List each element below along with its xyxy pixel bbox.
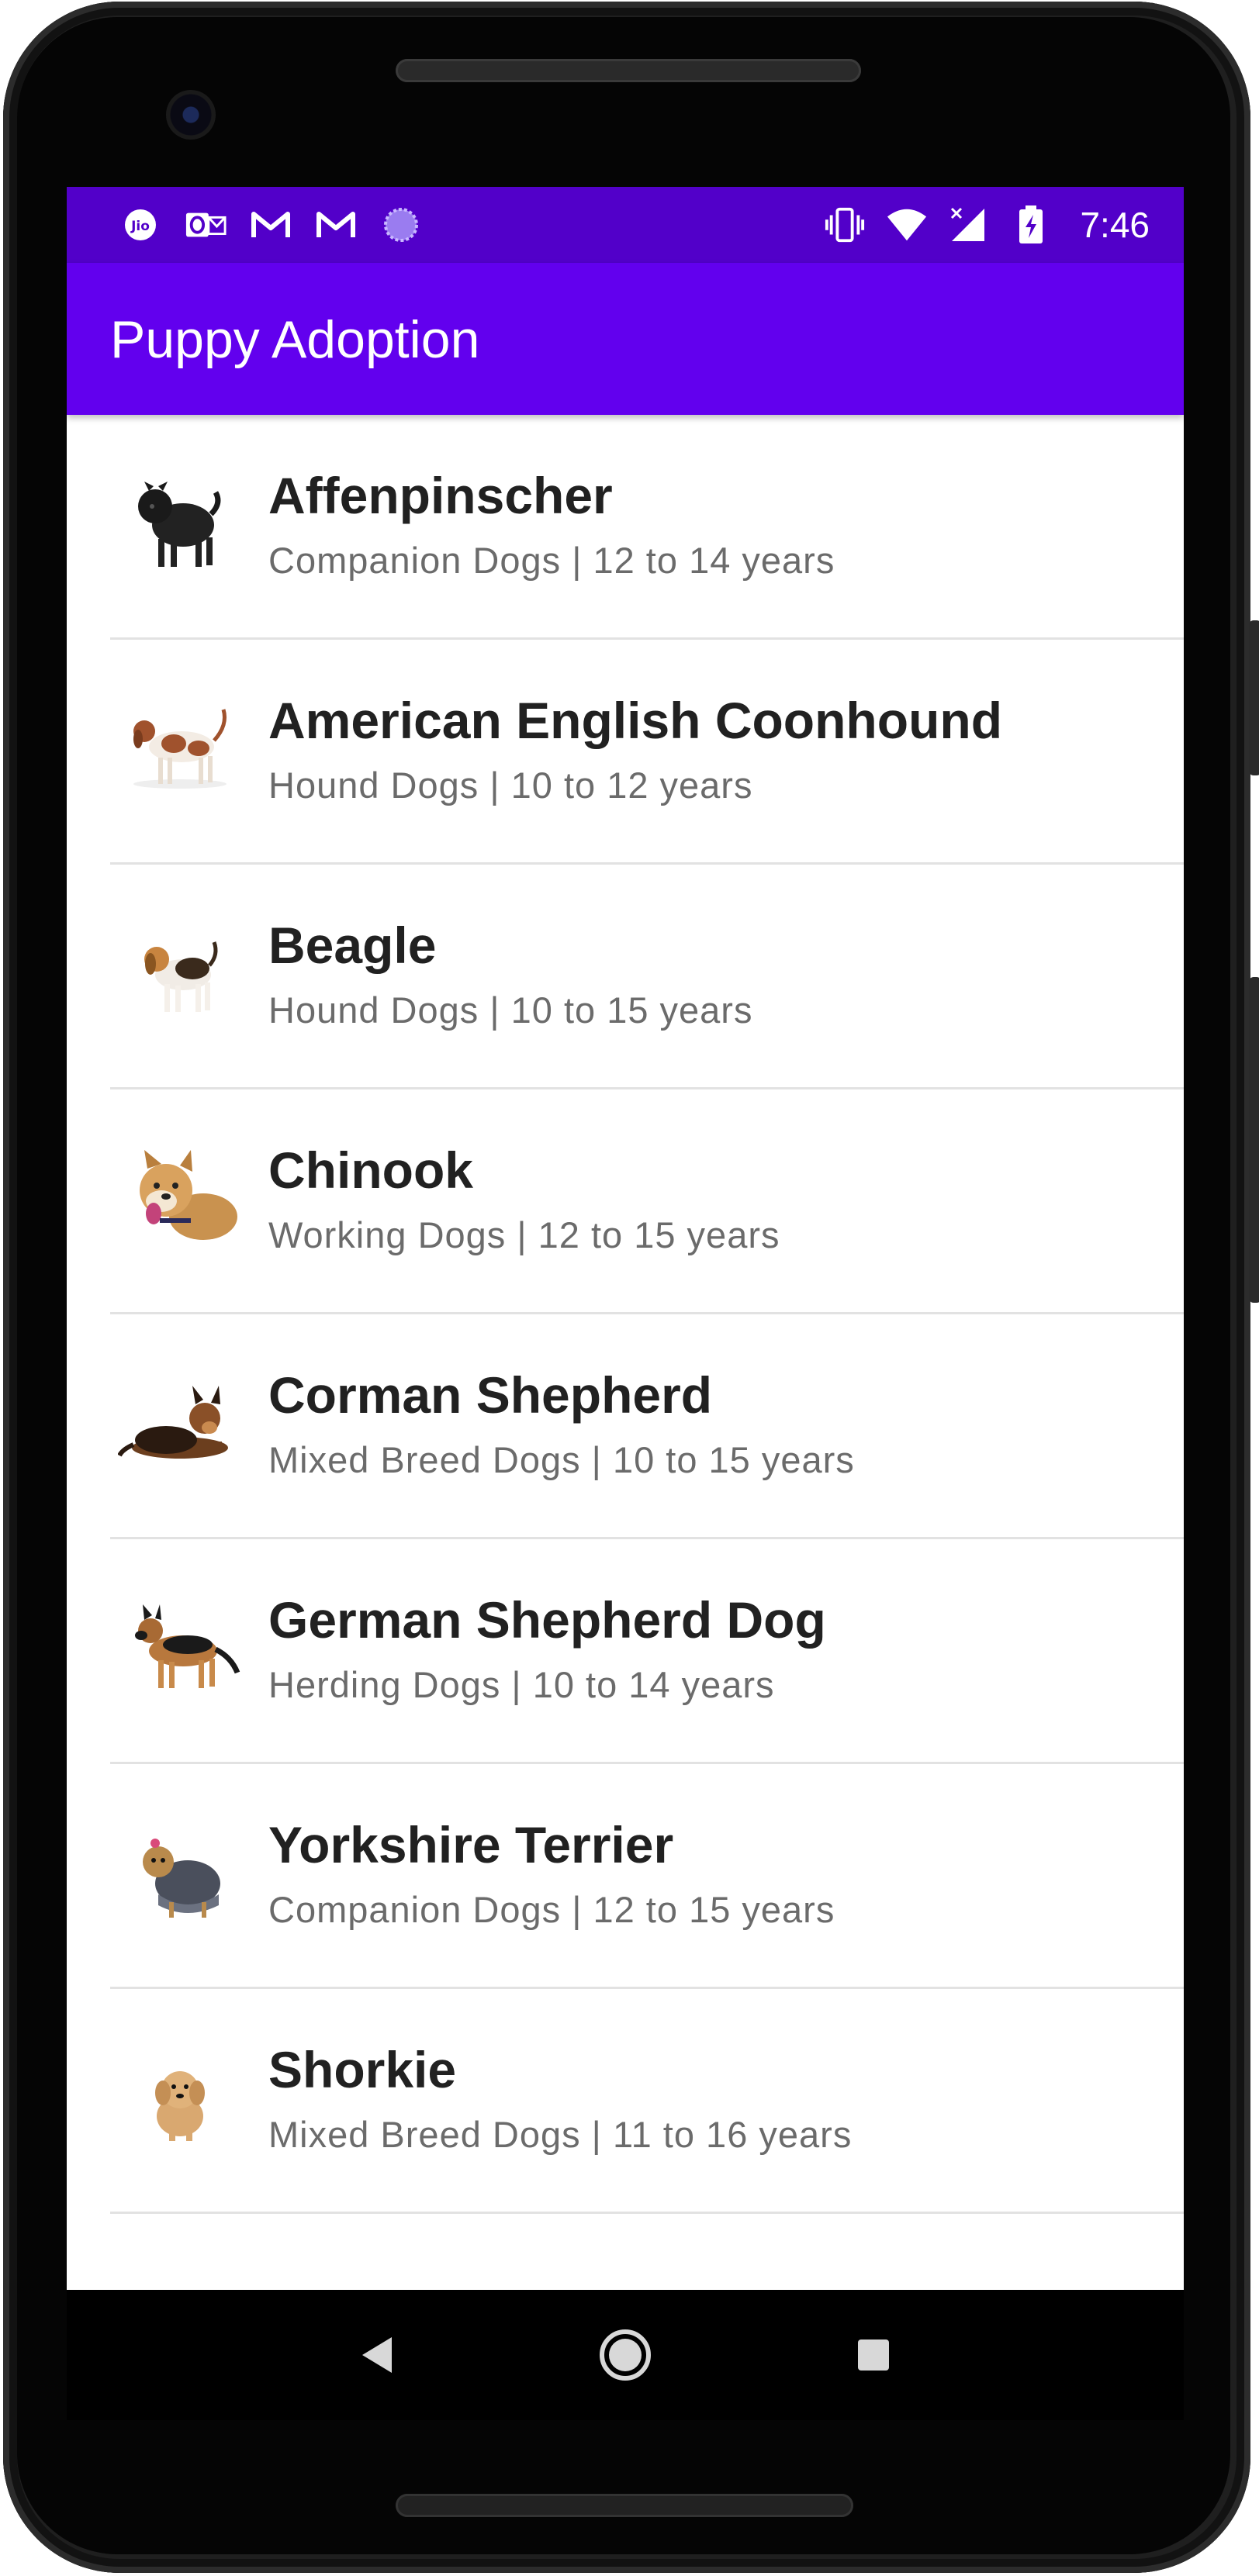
dog-name: Affenpinscher [268, 467, 613, 524]
dog-details: Companion Dogs | 12 to 14 years [268, 540, 835, 581]
volume-button [1249, 977, 1259, 1303]
dog-name: German Shepherd Dog [268, 1591, 826, 1649]
puppy-list[interactable]: Affenpinscher Companion Dogs | 12 to 14 … [67, 415, 1184, 2214]
list-item[interactable]: Yorkshire Terrier Companion Dogs | 12 to… [67, 1764, 1184, 1989]
dog-details: Working Dogs | 12 to 15 years [268, 1214, 780, 1255]
app-bar: Puppy Adoption [67, 263, 1184, 415]
dog-details: Herding Dogs | 10 to 14 years [268, 1664, 775, 1705]
cell-signal-icon [948, 205, 990, 244]
front-camera [166, 90, 216, 140]
sync-icon [380, 205, 422, 244]
dog-name: Yorkshire Terrier [268, 1816, 674, 1873]
chinook-dog-image [140, 1150, 237, 1240]
app-title: Puppy Adoption [110, 310, 480, 369]
battery-charging-icon [1010, 205, 1052, 244]
dog-details: Hound Dogs | 10 to 15 years [268, 989, 753, 1031]
dog-name: Beagle [268, 917, 437, 974]
yorkshire-terrier-dog-image [143, 1839, 220, 1918]
affenpinscher-dog-image [138, 482, 221, 567]
dog-details: Mixed Breed Dogs | 11 to 16 years [268, 2114, 853, 2155]
screen: Jio 7:46 Puppy Adoption Affenpinscher Co… [67, 187, 1184, 2420]
coonhound-dog-image [133, 709, 227, 789]
dog-name: Chinook [268, 1141, 473, 1199]
clock: 7:46 [1080, 205, 1150, 245]
back-icon[interactable] [346, 2324, 408, 2386]
status-bar: Jio 7:46 [67, 187, 1184, 263]
earpiece-speaker [396, 59, 861, 82]
bottom-speaker [396, 2494, 853, 2517]
dog-name: American English Coonhound [268, 692, 1003, 749]
outlook-icon [185, 205, 227, 244]
jio-icon: Jio [119, 205, 161, 244]
list-item[interactable]: Beagle Hound Dogs | 10 to 15 years [67, 865, 1184, 1089]
wifi-icon [886, 205, 928, 244]
navigation-bar [67, 2290, 1184, 2420]
list-item[interactable]: Corman Shepherd Mixed Breed Dogs | 10 to… [67, 1314, 1184, 1539]
jio-icon-text: Jio [130, 219, 150, 234]
system-icons: 7:46 [824, 204, 1150, 246]
list-item[interactable]: Chinook Working Dogs | 12 to 15 years [67, 1089, 1184, 1314]
list-item[interactable]: Affenpinscher Companion Dogs | 12 to 14 … [67, 415, 1184, 640]
divider [110, 2212, 1184, 2214]
recents-icon[interactable] [842, 2324, 904, 2386]
dog-name: Shorkie [268, 2041, 457, 2098]
dog-name: Corman Shepherd [268, 1366, 713, 1424]
list-item[interactable]: German Shepherd Dog Herding Dogs | 10 to… [67, 1539, 1184, 1764]
list-item[interactable]: American English Coonhound Hound Dogs | … [67, 640, 1184, 865]
dog-details: Mixed Breed Dogs | 10 to 15 years [268, 1439, 855, 1480]
list-item[interactable]: Shorkie Mixed Breed Dogs | 11 to 16 year… [67, 1989, 1184, 2214]
notification-icons: Jio [119, 205, 422, 244]
gmail-icon [315, 205, 357, 244]
home-icon[interactable] [594, 2324, 656, 2386]
german-shepherd-dog-image [135, 1604, 240, 1688]
beagle-dog-image [144, 941, 218, 1012]
dog-details: Companion Dogs | 12 to 15 years [268, 1889, 835, 1930]
shorkie-dog-image [155, 2071, 205, 2141]
vibrate-icon [824, 205, 866, 244]
phone-frame: Jio 7:46 Puppy Adoption Affenpinscher Co… [0, 0, 1259, 2576]
corman-shepherd-dog-image [118, 1386, 228, 1459]
gmail-icon [250, 205, 292, 244]
dog-details: Hound Dogs | 10 to 12 years [268, 765, 753, 806]
power-button [1249, 620, 1259, 775]
